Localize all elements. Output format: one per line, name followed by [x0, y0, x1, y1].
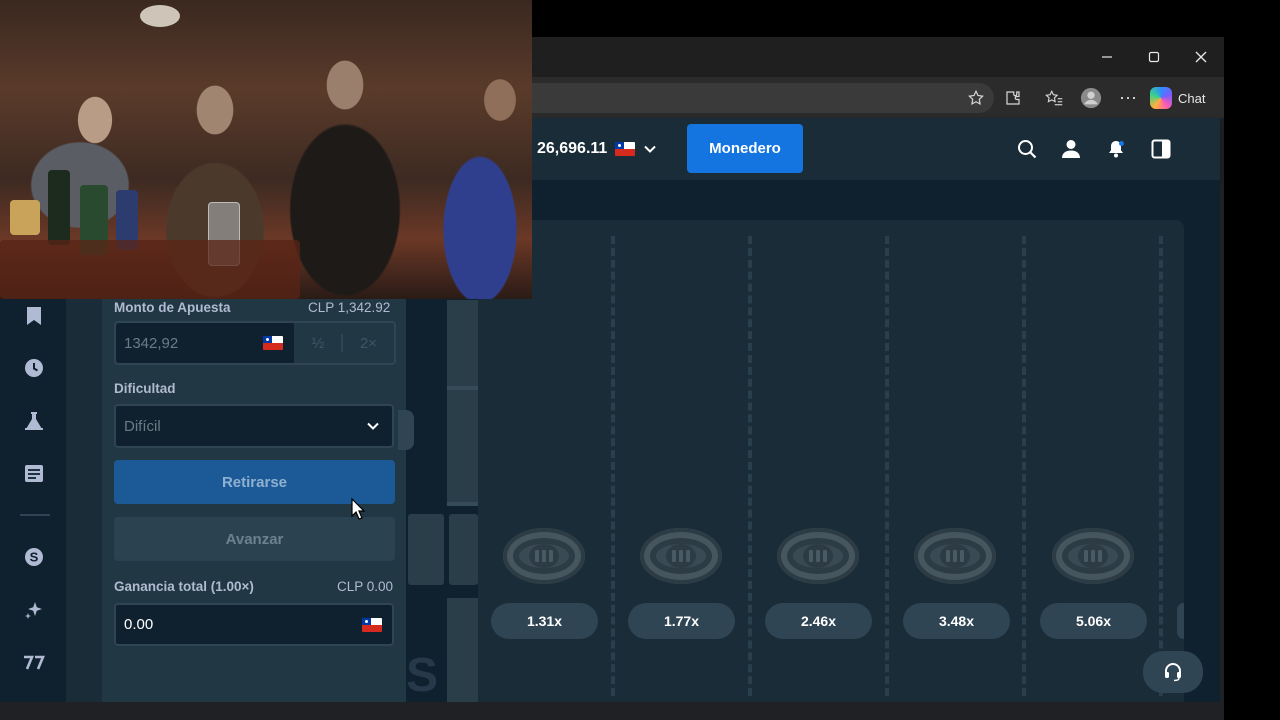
chile-flag-icon: [615, 142, 636, 156]
seven-seven-icon[interactable]: [20, 649, 48, 677]
game-column-block: [447, 390, 478, 506]
sidebar-toggle-icon[interactable]: [1148, 136, 1174, 162]
svg-text:S: S: [30, 550, 39, 565]
bet-amount-input-value: 1342,92: [124, 334, 179, 352]
history-clock-icon[interactable]: [20, 354, 48, 382]
user-icon[interactable]: [1058, 136, 1084, 162]
manhole-cover-icon[interactable]: [640, 528, 722, 584]
bookmark-icon[interactable]: [20, 302, 48, 330]
chile-flag-icon: [263, 336, 283, 350]
star-icon[interactable]: [963, 85, 989, 111]
game-column-block: [408, 514, 444, 585]
multiplier-badge: 1.31x: [491, 603, 598, 639]
total-profit-value: CLP 0.00: [337, 579, 394, 594]
double-button[interactable]: 2×: [343, 323, 394, 363]
ceiling-light: [140, 5, 180, 27]
total-profit-input[interactable]: 0.00: [114, 603, 394, 646]
manhole-cover-icon[interactable]: [914, 528, 996, 584]
game-side-tab: [398, 410, 414, 450]
copilot-chat-button[interactable]: Chat: [1150, 84, 1205, 112]
more-options-icon[interactable]: ⋯: [1115, 85, 1141, 111]
flask-icon[interactable]: [20, 407, 48, 435]
profile-avatar-icon[interactable]: [1078, 85, 1104, 111]
chevron-down-icon: [644, 145, 657, 153]
news-icon[interactable]: [20, 460, 48, 488]
difficulty-label: Dificultad: [114, 381, 176, 396]
half-button[interactable]: ½: [294, 323, 342, 363]
multiplier-badge-partial: [1177, 603, 1184, 639]
close-icon[interactable]: [1188, 44, 1214, 70]
lane-divider: [748, 236, 752, 696]
bottle: [48, 170, 70, 245]
sidebar-divider: [20, 514, 50, 516]
bowl: [10, 200, 40, 235]
game-column-block: [447, 300, 478, 390]
headset-icon: [1165, 663, 1181, 682]
game-logo-fragment-icon: S: [406, 649, 439, 702]
webcam-overlay: [0, 0, 532, 299]
maximize-icon[interactable]: [1141, 44, 1167, 70]
copilot-icon: [1150, 87, 1172, 109]
multiplier-badge: 1.77x: [628, 603, 735, 639]
search-icon[interactable]: [1014, 136, 1040, 162]
bet-amount-group: 1342,92 ½ 2×: [114, 321, 396, 365]
lane-divider: [1159, 236, 1163, 696]
bet-amount-input[interactable]: 1342,92: [116, 323, 294, 363]
lane-divider: [611, 236, 615, 696]
multiplier-badge: 3.48x: [903, 603, 1010, 639]
difficulty-value: Difícil: [124, 417, 161, 435]
mouse-cursor-icon: [351, 497, 366, 525]
favorites-icon[interactable]: [1041, 85, 1067, 111]
multiplier-badge: 2.46x: [765, 603, 872, 639]
balance-amount: 26,696.11: [537, 140, 608, 157]
chile-flag-icon: [362, 618, 382, 632]
minimize-icon[interactable]: [1094, 44, 1120, 70]
stake-logo-icon[interactable]: S: [20, 543, 48, 571]
support-chat-button[interactable]: [1143, 651, 1203, 693]
chevron-down-icon: [367, 422, 379, 430]
manhole-cover-icon[interactable]: [503, 528, 585, 584]
lane-divider: [1022, 236, 1026, 696]
address-bar[interactable]: [520, 83, 994, 113]
manhole-cover-icon[interactable]: [777, 528, 859, 584]
table: [0, 240, 300, 299]
game-column-block: [449, 514, 478, 585]
multiplier-badge: 5.06x: [1040, 603, 1147, 639]
total-profit-label: Ganancia total (1.00×): [114, 579, 254, 594]
lane-divider: [885, 236, 889, 696]
manhole-cover-icon[interactable]: [1052, 528, 1134, 584]
notifications-icon[interactable]: [1103, 136, 1129, 162]
game-column-block: [447, 598, 478, 702]
sparkle-icon[interactable]: [20, 596, 48, 624]
chat-label: Chat: [1178, 90, 1206, 106]
extensions-icon[interactable]: [1000, 85, 1026, 111]
difficulty-select[interactable]: Difícil: [114, 404, 394, 448]
bet-amount-value: CLP 1,342.92: [308, 300, 391, 315]
total-profit-input-value: 0.00: [124, 616, 154, 633]
wallet-button[interactable]: Monedero: [687, 124, 803, 173]
balance-selector[interactable]: 26,696.11: [537, 138, 657, 160]
bet-amount-label: Monto de Apuesta: [114, 300, 231, 315]
